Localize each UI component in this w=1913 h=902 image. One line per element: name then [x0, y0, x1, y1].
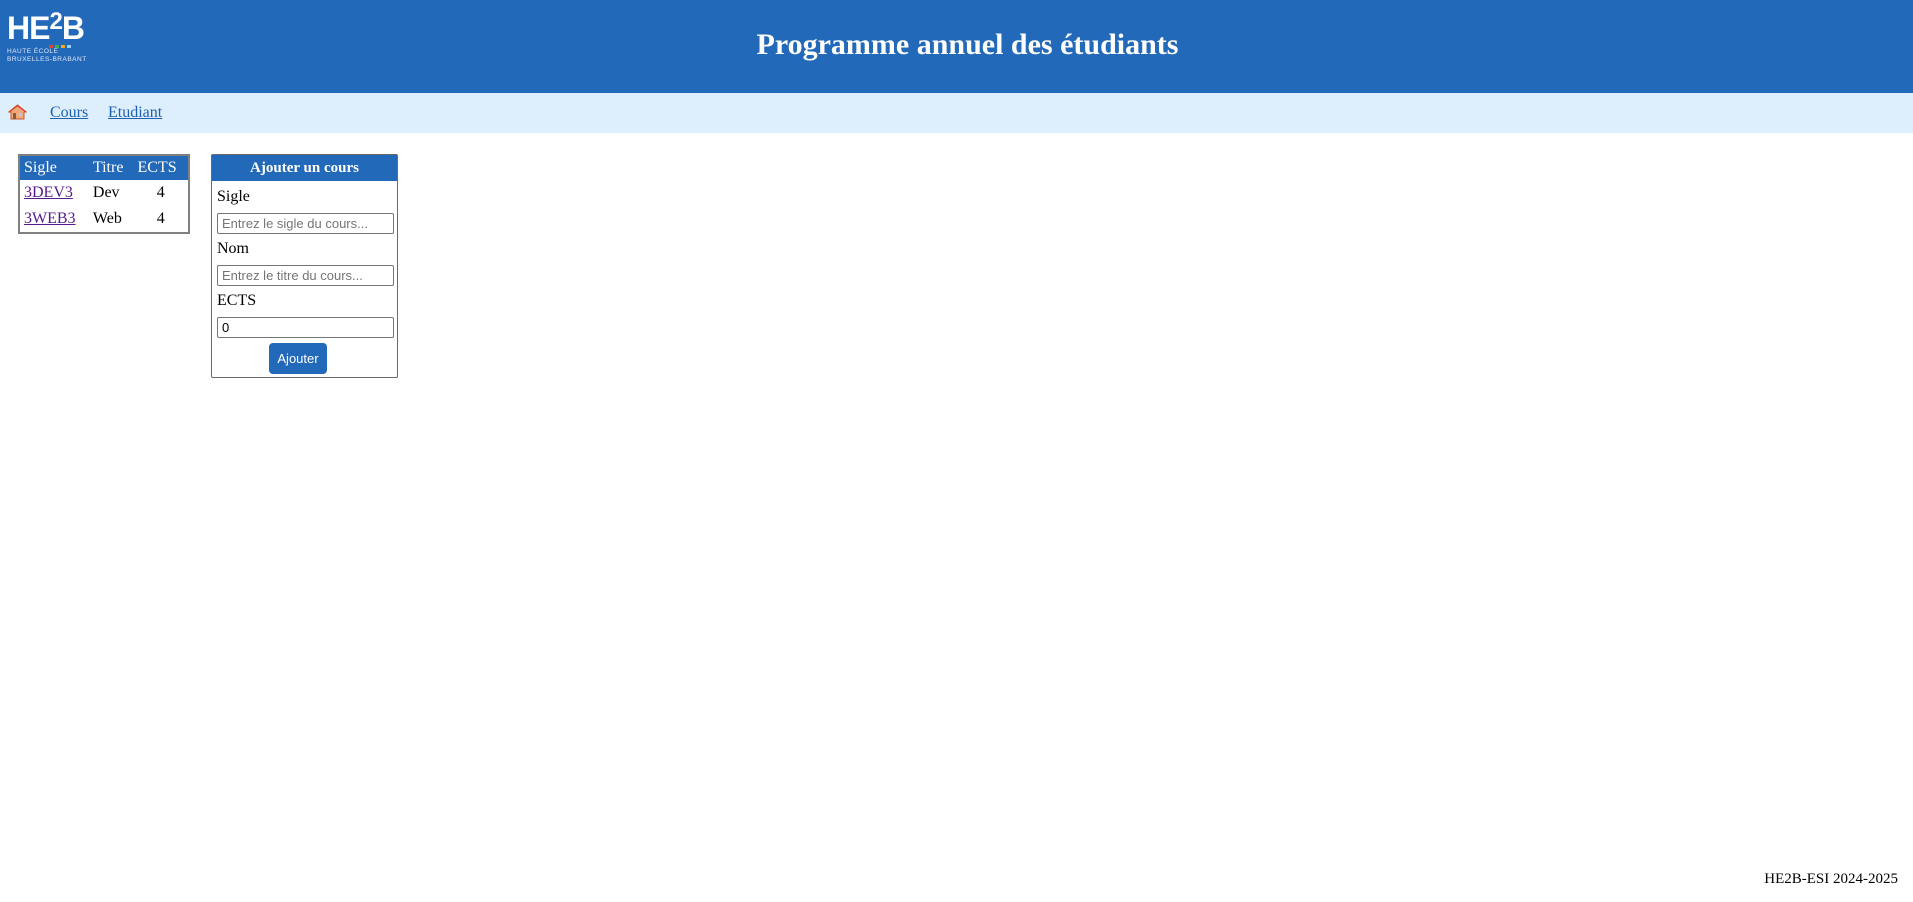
cell-ects: 4	[156, 210, 165, 227]
cell-sigle: 3DEV3	[20, 180, 89, 206]
course-link[interactable]: 3WEB3	[24, 210, 76, 227]
page-header: HE2B HAUTE ÉCOLE BRUXELLES-BRABANT Progr…	[0, 0, 1913, 93]
column-header-ects: ECTS	[133, 156, 188, 180]
table-row: 3WEB3 Web 4	[20, 206, 188, 232]
footer-text: HE2B-ESI 2024-2025	[1764, 871, 1898, 887]
nom-input[interactable]	[217, 265, 394, 286]
page-title: Programme annuel des étudiants	[756, 28, 1179, 61]
add-button[interactable]: Ajouter	[269, 343, 327, 374]
course-link[interactable]: 3DEV3	[24, 184, 73, 201]
nom-label: Nom	[217, 240, 249, 257]
cell-sigle: 3WEB3	[20, 206, 89, 232]
ects-label: ECTS	[217, 292, 257, 309]
home-link[interactable]	[8, 104, 29, 122]
form-title: Ajouter un cours	[212, 155, 397, 181]
column-header-titre: Titre	[88, 156, 134, 180]
nav-bar: Cours Etudiant	[0, 93, 1913, 133]
cell-titre: Web	[92, 210, 122, 227]
cell-titre: Dev	[92, 184, 120, 201]
column-header-sigle: Sigle	[20, 156, 89, 180]
sigle-input[interactable]	[217, 213, 394, 234]
table-row: 3DEV3 Dev 4	[20, 180, 188, 206]
home-icon	[8, 104, 27, 120]
nav-etudiant-link[interactable]: Etudiant	[108, 104, 162, 122]
table-header-row: Sigle Titre ECTS	[20, 156, 188, 180]
cell-ects: 4	[156, 184, 165, 201]
ects-input[interactable]	[217, 317, 394, 338]
courses-table: Sigle Titre ECTS 3DEV3 Dev 4 3WEB3 Web 4	[18, 154, 190, 234]
sigle-label: Sigle	[217, 188, 250, 205]
nav-cours-link[interactable]: Cours	[50, 104, 88, 122]
add-course-form: Ajouter un cours Sigle Nom ECTS Ajouter	[211, 154, 398, 378]
